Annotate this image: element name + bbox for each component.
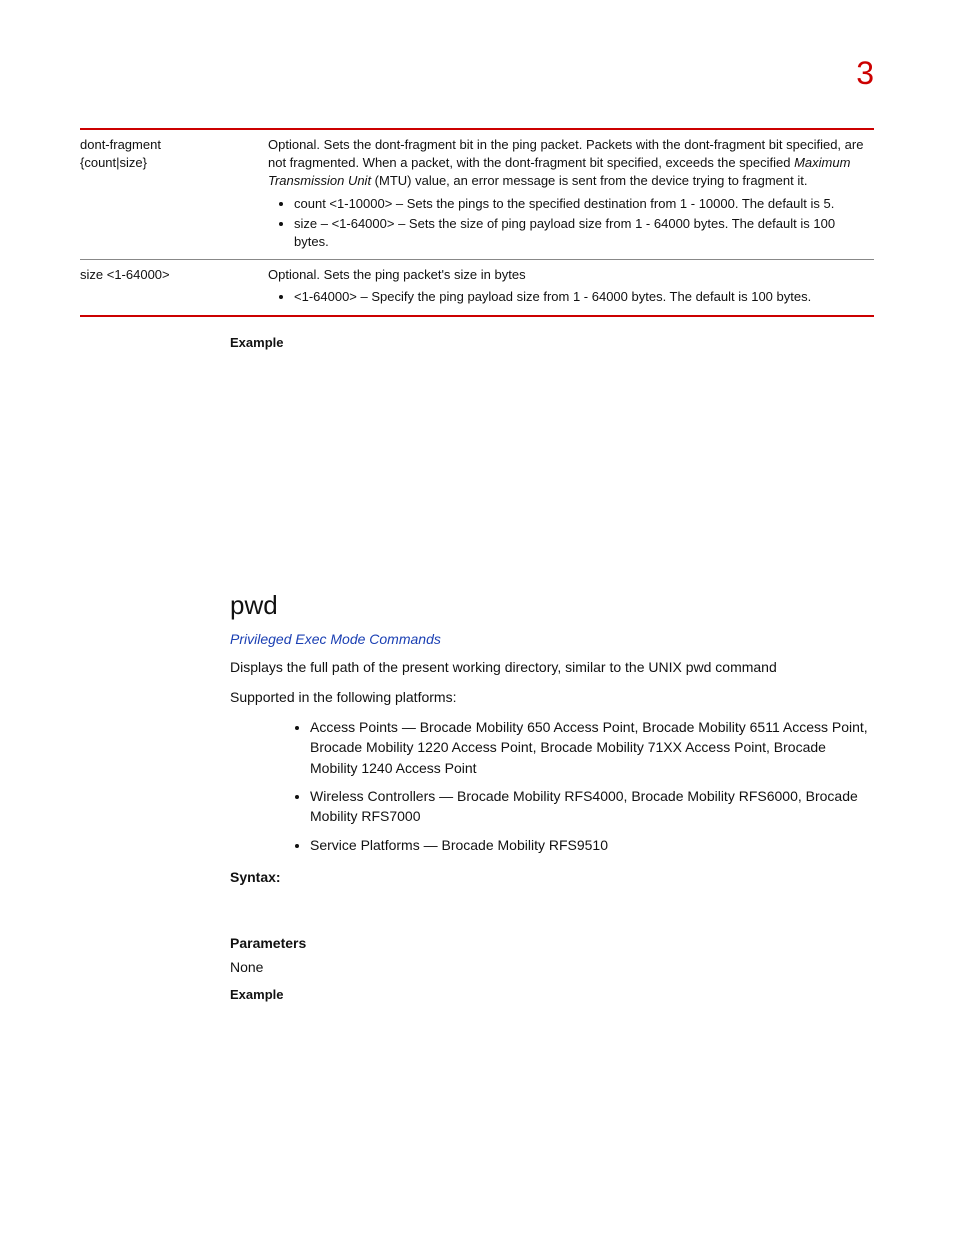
- platform-list: Access Points — Brocade Mobility 650 Acc…: [230, 717, 874, 855]
- syntax-label: Syntax:: [230, 869, 874, 885]
- param-desc-text: Optional. Sets the ping packet's size in…: [268, 267, 526, 282]
- param-desc-text: Optional. Sets the dont-fragment bit in …: [268, 137, 863, 170]
- param-desc-cell: Optional. Sets the ping packet's size in…: [268, 260, 874, 316]
- parameters-label: Parameters: [230, 935, 874, 951]
- table-row: size <1-64000> Optional. Sets the ping p…: [80, 260, 874, 316]
- list-item: Access Points — Brocade Mobility 650 Acc…: [310, 717, 874, 778]
- param-name-cell: size <1-64000>: [80, 260, 268, 316]
- param-bullet-list: count <1-10000> – Sets the pings to the …: [268, 195, 866, 252]
- param-desc-cell: Optional. Sets the dont-fragment bit in …: [268, 129, 874, 260]
- parameters-value: None: [230, 957, 874, 977]
- list-item: Wireless Controllers — Brocade Mobility …: [310, 786, 874, 827]
- table-row: dont-fragment {count|size} Optional. Set…: [80, 129, 874, 260]
- cross-reference-link[interactable]: Privileged Exec Mode Commands: [230, 631, 874, 647]
- command-description: Displays the full path of the present wo…: [230, 657, 874, 677]
- list-item: Service Platforms — Brocade Mobility RFS…: [310, 835, 874, 855]
- example-label: Example: [230, 987, 874, 1002]
- list-item: <1-64000> – Specify the ping payload siz…: [294, 288, 866, 306]
- list-item: count <1-10000> – Sets the pings to the …: [294, 195, 866, 213]
- supported-intro: Supported in the following platforms:: [230, 687, 874, 707]
- syntax-body-placeholder: [230, 891, 874, 921]
- example-label: Example: [230, 335, 874, 350]
- command-section: pwd Privileged Exec Mode Commands Displa…: [230, 590, 874, 1003]
- example-section: Example: [230, 335, 874, 350]
- param-desc-text-b: (MTU) value, an error message is sent fr…: [371, 173, 807, 188]
- parameter-table: dont-fragment {count|size} Optional. Set…: [80, 128, 874, 317]
- param-name: dont-fragment: [80, 137, 161, 152]
- param-name-line2: {count|size}: [80, 155, 147, 170]
- param-name-cell: dont-fragment {count|size}: [80, 129, 268, 260]
- list-item: size – <1-64000> – Sets the size of ping…: [294, 215, 866, 251]
- page: 3 dont-fragment {count|size} Optional. S…: [0, 0, 954, 1062]
- param-name: size <1-64000>: [80, 267, 170, 282]
- command-heading: pwd: [230, 590, 874, 621]
- param-bullet-list: <1-64000> – Specify the ping payload siz…: [268, 288, 866, 306]
- chapter-number: 3: [80, 55, 874, 92]
